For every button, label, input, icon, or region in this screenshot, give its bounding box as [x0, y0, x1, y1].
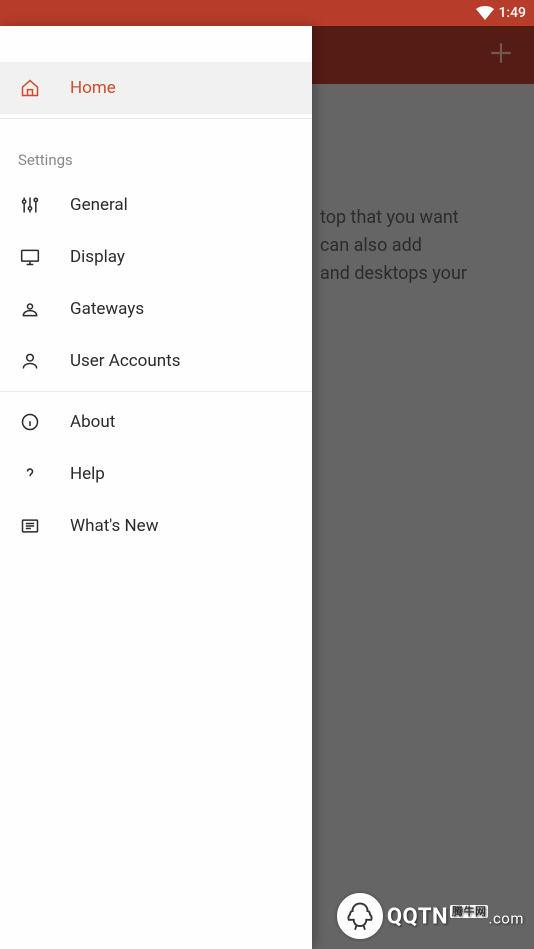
divider [0, 391, 312, 392]
watermark-text: QQTN腾牛网.com [387, 903, 524, 929]
nav-label: About [70, 412, 115, 432]
nav-label: Display [70, 247, 125, 267]
nav-item-whats-new[interactable]: What's New [0, 500, 312, 552]
info-icon [18, 410, 42, 434]
nav-label: Gateways [70, 299, 144, 319]
user-icon [18, 349, 42, 373]
gateway-icon [18, 297, 42, 321]
watermark: QQTN腾牛网.com [337, 893, 524, 939]
nav-item-display[interactable]: Display [0, 231, 312, 283]
nav-item-gateways[interactable]: Gateways [0, 283, 312, 335]
app-body: top that you want can also add and deskt… [0, 26, 534, 949]
nav-label: What's New [70, 516, 158, 536]
nav-label: Help [70, 464, 105, 484]
status-bar: 1:49 [0, 0, 534, 26]
help-icon [18, 462, 42, 486]
status-time: 1:49 [498, 5, 526, 21]
watermark-logo-icon [337, 893, 383, 939]
nav-item-general[interactable]: General [0, 179, 312, 231]
nav-label: User Accounts [70, 351, 180, 371]
wifi-icon [476, 6, 494, 20]
nav-item-about[interactable]: About [0, 396, 312, 448]
navigation-drawer: Home Settings General Display [0, 26, 312, 949]
section-header-settings: Settings [0, 123, 312, 179]
nav-label: General [70, 195, 128, 215]
divider [0, 118, 312, 119]
news-icon [18, 514, 42, 538]
monitor-icon [18, 245, 42, 269]
sliders-icon [18, 193, 42, 217]
nav-item-home[interactable]: Home [0, 62, 312, 114]
nav-item-help[interactable]: Help [0, 448, 312, 500]
nav-label: Home [70, 78, 116, 98]
nav-item-user-accounts[interactable]: User Accounts [0, 335, 312, 387]
home-icon [18, 76, 42, 100]
